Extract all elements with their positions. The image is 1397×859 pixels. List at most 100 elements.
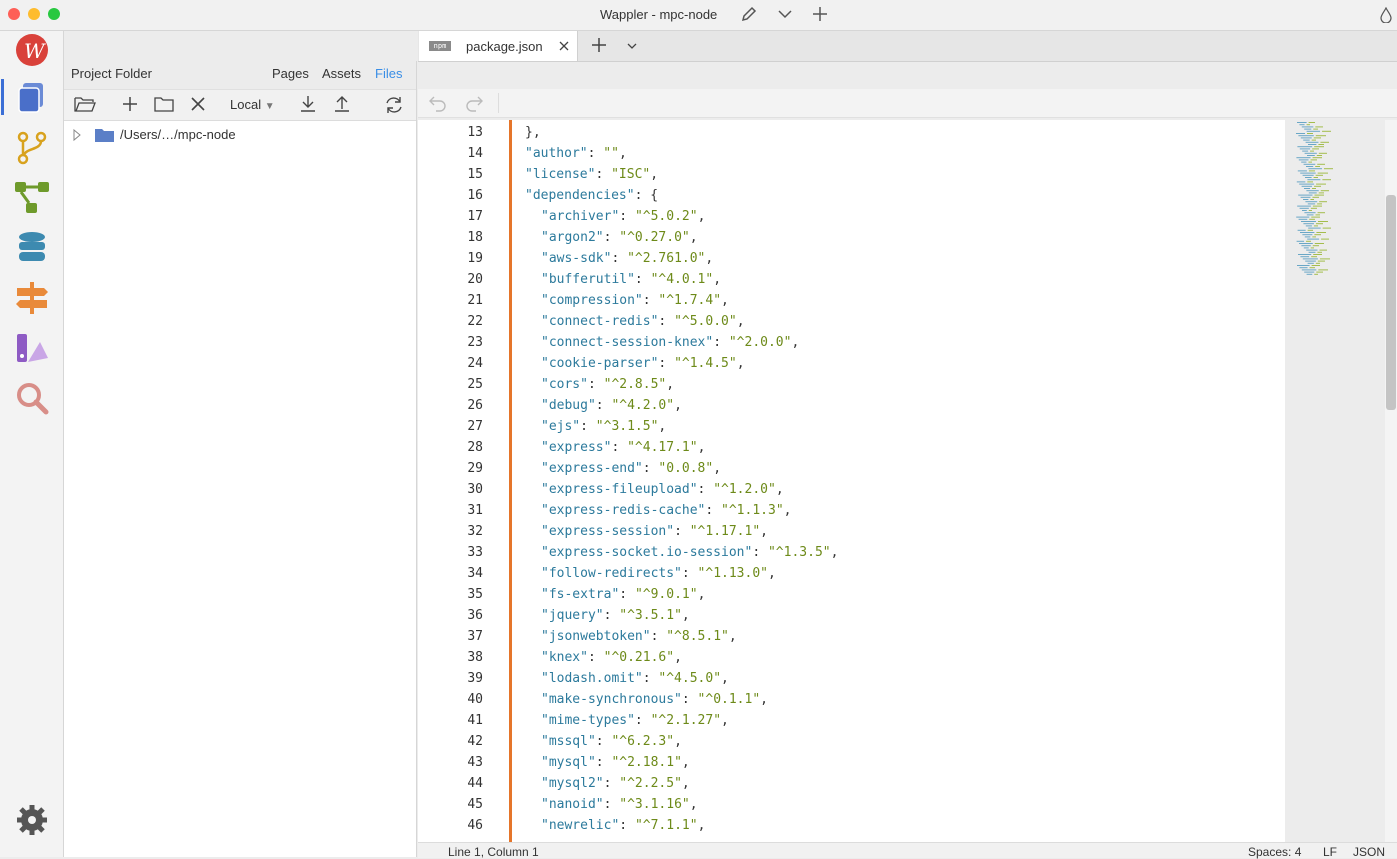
line-number: 44	[467, 776, 483, 791]
line-source: "ejs": "^3.1.5",	[541, 419, 667, 434]
new-tab-icon[interactable]	[590, 36, 608, 59]
line-source: "nanoid": "^3.1.16",	[541, 797, 698, 812]
line-number: 45	[467, 797, 483, 812]
line-source: "license": "ISC",	[525, 167, 659, 182]
line-source: "fs-extra": "^9.0.1",	[541, 587, 706, 602]
line-number: 43	[467, 755, 483, 770]
editor-toolbar	[418, 89, 1397, 118]
line-number: 31	[467, 503, 483, 518]
line-source: "connect-session-knex": "^2.0.0",	[541, 335, 800, 350]
npm-icon: npm	[429, 41, 451, 51]
open-folder-icon[interactable]	[74, 95, 96, 118]
close-tab-icon[interactable]	[558, 39, 570, 57]
download-icon[interactable]	[299, 95, 317, 118]
pencil-icon[interactable]	[740, 5, 758, 28]
status-bar: Line 1, Column 1 Spaces: 4 LF JSON	[418, 842, 1397, 859]
tree-item-label: /Users/…/mpc-node	[120, 127, 236, 142]
redo-icon[interactable]	[464, 93, 484, 118]
minimize-window-button[interactable]	[28, 8, 40, 20]
tab-files[interactable]: Files	[375, 66, 402, 81]
search-icon[interactable]	[14, 380, 50, 416]
line-source: "aws-sdk": "^2.761.0",	[541, 251, 714, 266]
line-source: },	[525, 125, 541, 140]
line-source: "cookie-parser": "^1.4.5",	[541, 356, 745, 371]
line-number: 33	[467, 545, 483, 560]
add-icon[interactable]	[811, 5, 829, 28]
line-number: 26	[467, 398, 483, 413]
tab-pages[interactable]: Pages	[272, 66, 309, 81]
line-number: 36	[467, 608, 483, 623]
close-window-button[interactable]	[8, 8, 20, 20]
line-number: 21	[467, 293, 483, 308]
line-source: "newrelic": "^7.1.1",	[541, 818, 706, 833]
line-source: "express-end": "0.0.8",	[541, 461, 722, 476]
expand-arrow-icon[interactable]	[72, 128, 82, 145]
tab-package-json[interactable]: npm package.json	[419, 31, 578, 61]
line-source: "jquery": "^3.5.1",	[541, 608, 690, 623]
logo-icon[interactable]: W	[14, 32, 50, 68]
line-number: 18	[467, 230, 483, 245]
title-bar: Wappler - mpc-node	[0, 0, 1397, 31]
pages-icon[interactable]	[1, 79, 50, 115]
panel-title: Project Folder	[71, 66, 152, 81]
line-source: "archiver": "^5.0.2",	[541, 209, 706, 224]
line-number: 34	[467, 566, 483, 581]
upload-icon[interactable]	[333, 95, 351, 118]
new-folder-icon[interactable]	[154, 95, 174, 118]
settings-icon[interactable]	[14, 802, 50, 838]
location-select[interactable]: Local ▼	[230, 97, 275, 112]
line-number: 27	[467, 419, 483, 434]
panel-header: Project Folder Pages Assets Files	[64, 61, 416, 90]
scrollbar-thumb[interactable]	[1386, 195, 1396, 410]
line-number: 17	[467, 209, 483, 224]
svg-text:W: W	[24, 39, 46, 63]
workflow-icon[interactable]	[14, 180, 50, 216]
minimap[interactable]	[1290, 120, 1385, 280]
line-source: "express-socket.io-session": "^1.3.5",	[541, 545, 839, 560]
folder-icon	[95, 128, 115, 145]
line-source: "bufferutil": "^4.0.1",	[541, 272, 722, 287]
project-panel: Project Folder Pages Assets Files Local …	[64, 61, 417, 857]
line-source: "author": "",	[525, 146, 627, 161]
line-source: "express-fileupload": "^1.2.0",	[541, 482, 784, 497]
line-number: 39	[467, 671, 483, 686]
line-number: 22	[467, 314, 483, 329]
line-number: 40	[467, 692, 483, 707]
undo-icon[interactable]	[428, 93, 448, 118]
zoom-window-button[interactable]	[48, 8, 60, 20]
line-number: 14	[467, 146, 483, 161]
line-number: 19	[467, 251, 483, 266]
line-number: 28	[467, 440, 483, 455]
design-icon[interactable]	[14, 330, 50, 366]
line-source: "compression": "^1.7.4",	[541, 293, 729, 308]
add-file-icon[interactable]	[121, 95, 139, 118]
tab-assets[interactable]: Assets	[322, 66, 361, 81]
refresh-icon[interactable]	[384, 95, 404, 120]
editor-tab-bar: npm package.json	[418, 31, 1397, 62]
line-source: "knex": "^0.21.6",	[541, 650, 682, 665]
chevron-down-icon[interactable]	[776, 5, 794, 28]
line-source: "follow-redirects": "^1.13.0",	[541, 566, 776, 581]
line-source: "mysql": "^2.18.1",	[541, 755, 690, 770]
line-source: "mssql": "^6.2.3",	[541, 734, 682, 749]
git-icon[interactable]	[14, 130, 50, 166]
routing-icon[interactable]	[14, 280, 50, 316]
database-icon[interactable]	[14, 230, 50, 266]
line-number: 29	[467, 461, 483, 476]
tabs-dropdown-icon[interactable]	[626, 39, 638, 57]
line-source: "express-redis-cache": "^1.1.3",	[541, 503, 792, 518]
drop-icon[interactable]	[1380, 6, 1392, 28]
line-number: 20	[467, 272, 483, 287]
toolbar-divider	[498, 93, 499, 113]
line-source: "cors": "^2.8.5",	[541, 377, 675, 392]
window-title: Wappler - mpc-node	[600, 7, 718, 22]
line-source: "mime-types": "^2.1.27",	[541, 713, 729, 728]
vertical-scrollbar[interactable]	[1385, 120, 1397, 842]
line-number: 15	[467, 167, 483, 182]
line-number: 24	[467, 356, 483, 371]
line-number: 41	[467, 713, 483, 728]
delete-icon[interactable]	[190, 95, 206, 118]
line-number: 23	[467, 335, 483, 350]
code-editor[interactable]: 13}, 14 "author": "", 15 "license": "ISC", 16…	[418, 120, 1285, 842]
line-number: 37	[467, 629, 483, 644]
